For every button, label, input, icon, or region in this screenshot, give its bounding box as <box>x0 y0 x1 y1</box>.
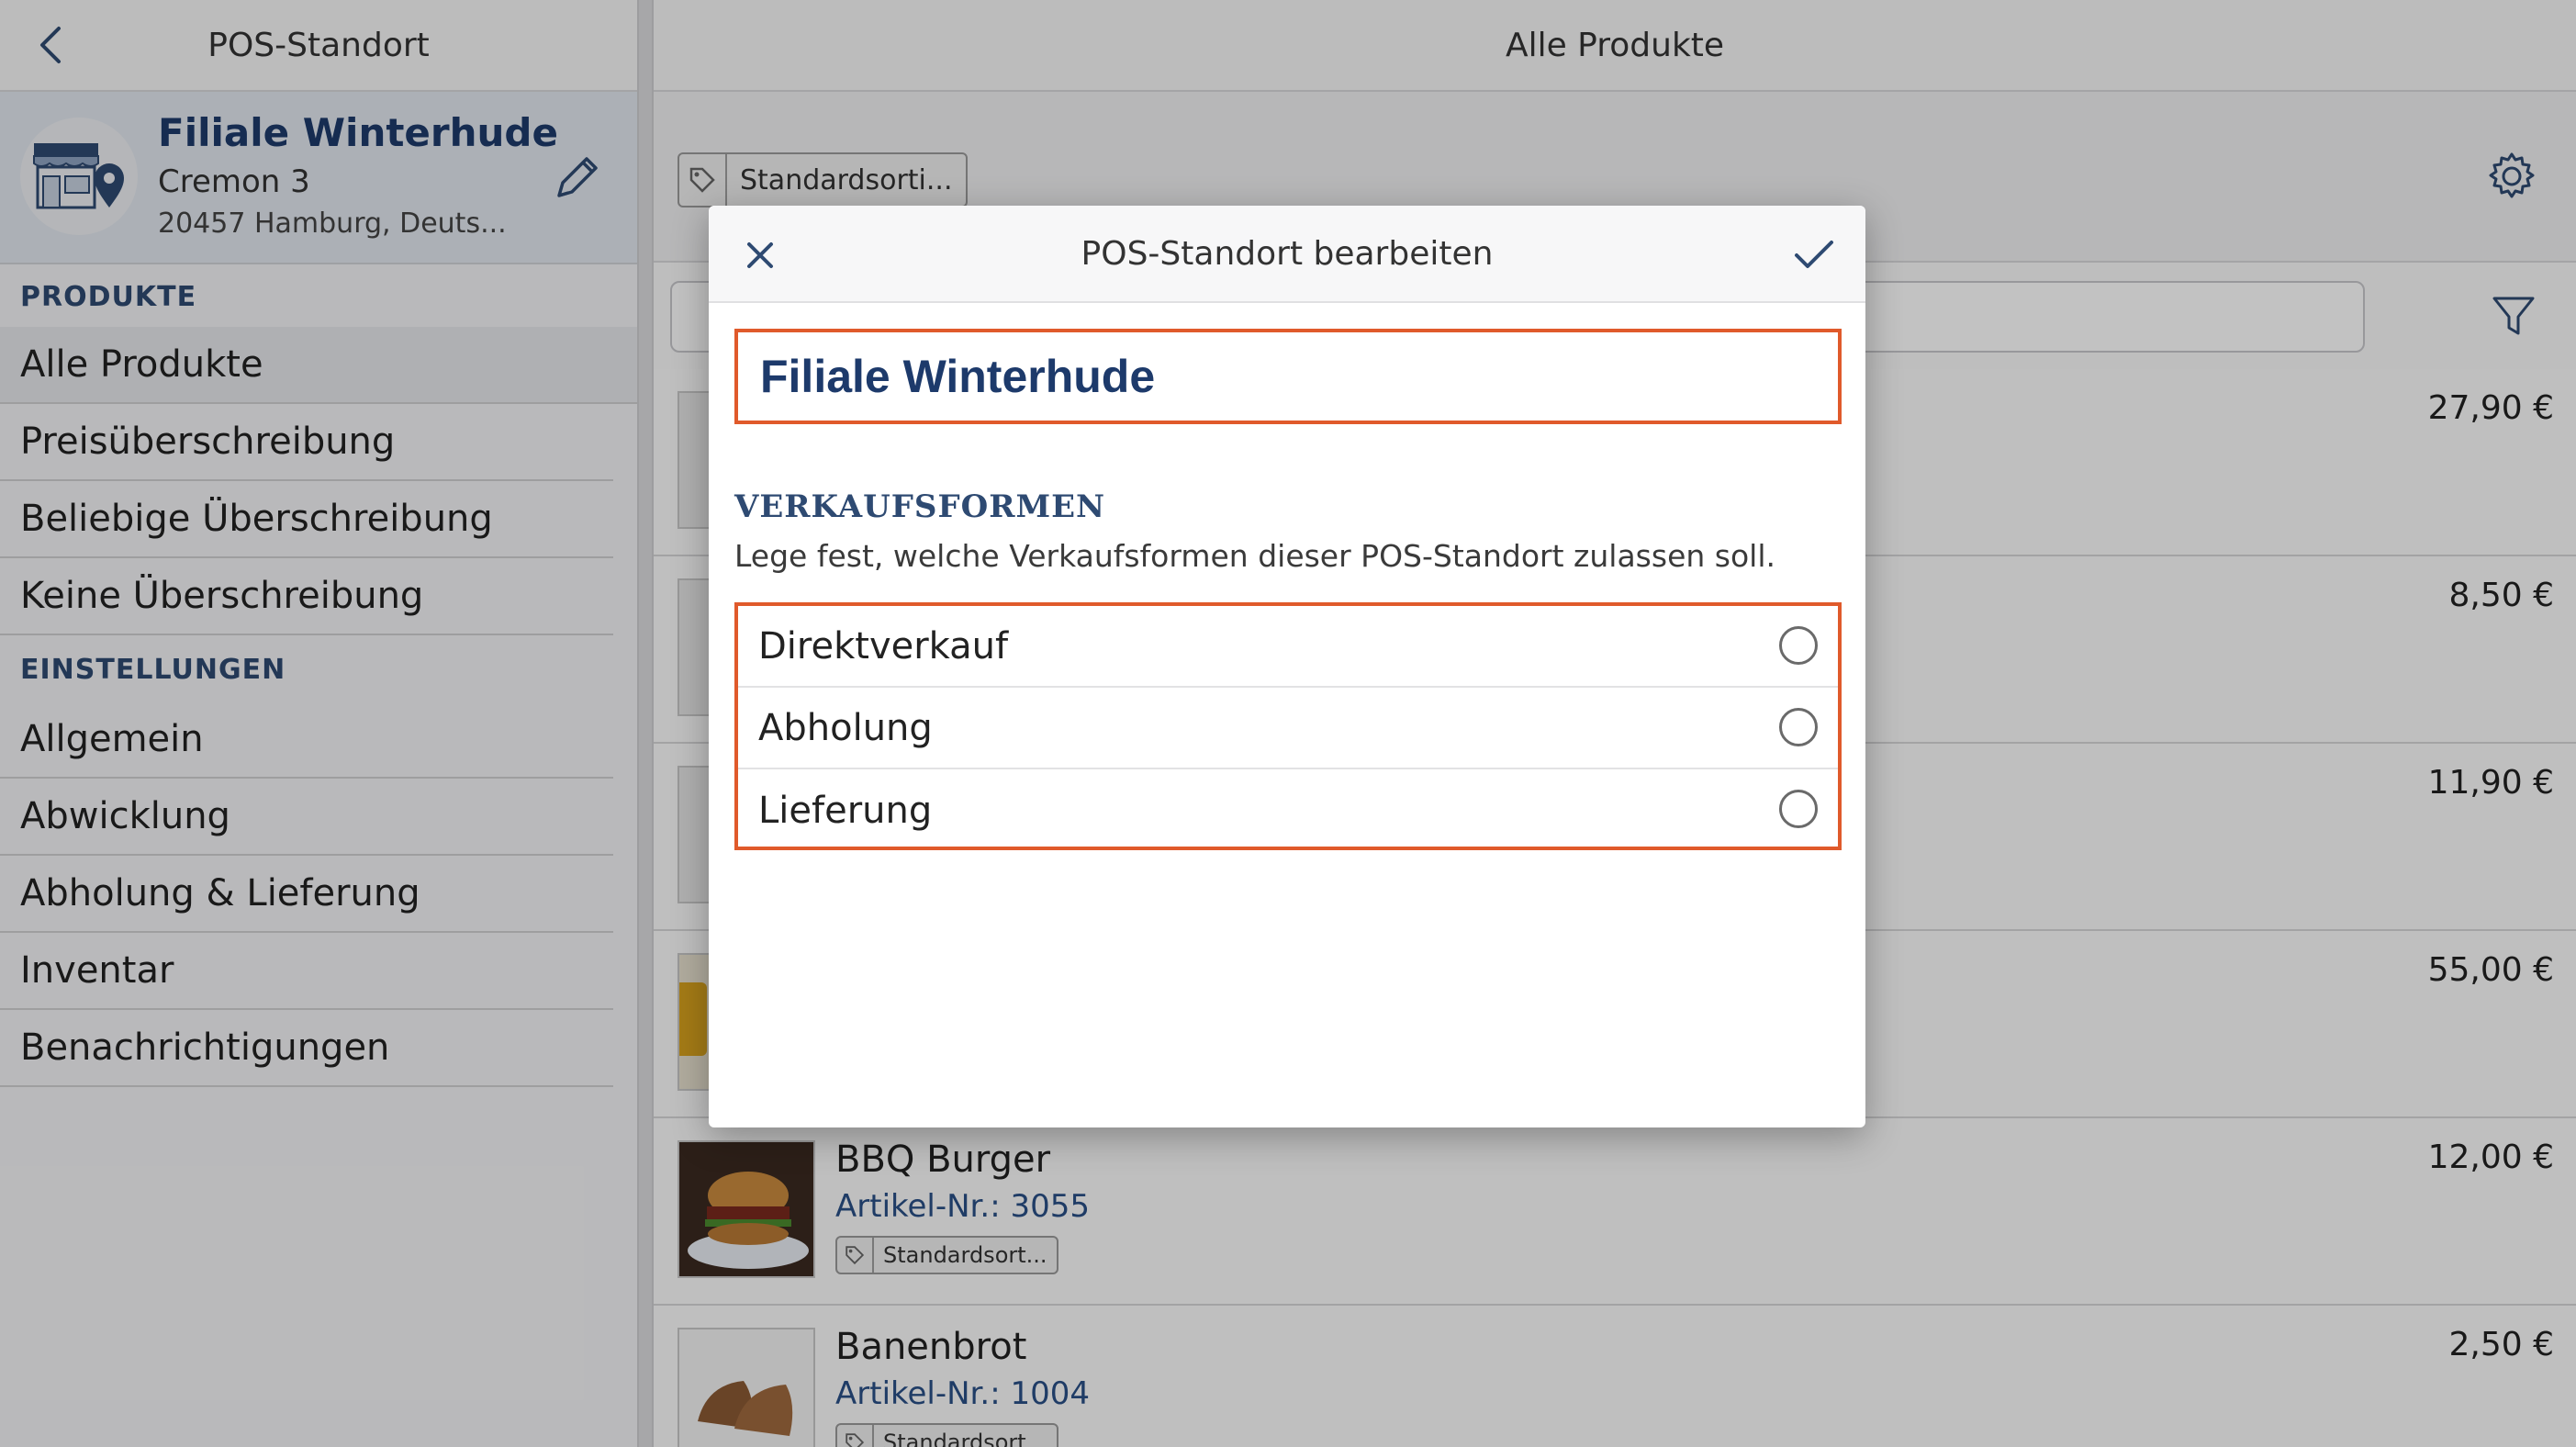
radio-delivery[interactable] <box>1779 790 1818 828</box>
checkmark-icon <box>1795 241 1833 268</box>
location-name-input[interactable] <box>734 329 1842 424</box>
option-label: Abholung <box>758 706 933 749</box>
dialog-header: POS-Standort bearbeiten <box>709 206 1865 303</box>
dialog-title: POS-Standort bearbeiten <box>1081 234 1494 273</box>
sales-types-list: Direktverkauf Abholung Lieferung <box>734 602 1842 850</box>
sales-types-description: Lege fest, welche Verkaufsformen dieser … <box>734 538 1775 574</box>
confirm-button[interactable] <box>1788 230 1840 281</box>
option-label: Lieferung <box>758 789 933 832</box>
option-pickup[interactable]: Abholung <box>738 688 1838 769</box>
option-delivery[interactable]: Lieferung <box>738 769 1838 851</box>
radio-pickup[interactable] <box>1779 708 1818 746</box>
edit-location-dialog: POS-Standort bearbeiten VERKAUFSFORMEN L… <box>709 206 1865 1127</box>
sales-types-heading: VERKAUFSFORMEN <box>734 488 1106 525</box>
radio-direct-sale[interactable] <box>1779 626 1818 665</box>
close-icon <box>747 242 773 268</box>
close-button[interactable] <box>734 230 786 281</box>
option-direct-sale[interactable]: Direktverkauf <box>738 606 1838 688</box>
option-label: Direktverkauf <box>758 624 1009 667</box>
